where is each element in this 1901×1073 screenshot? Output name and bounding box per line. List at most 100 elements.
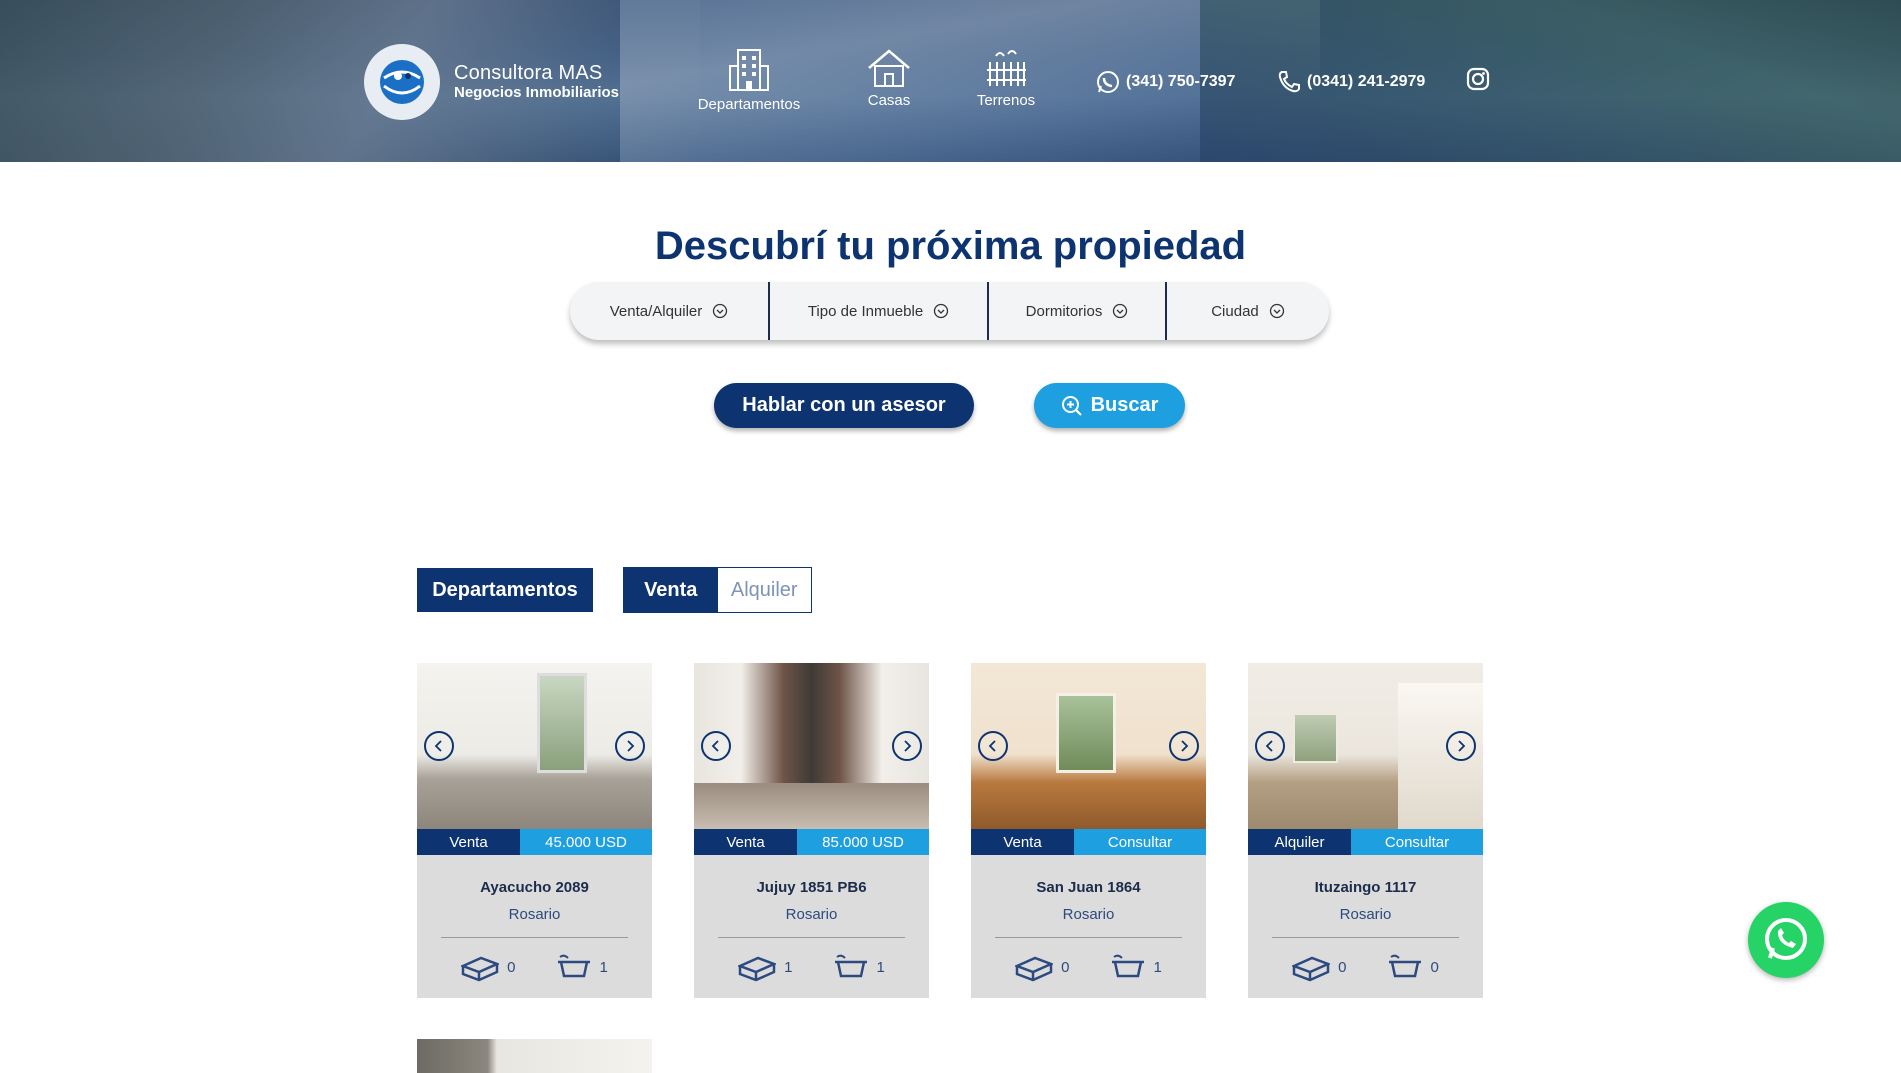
property-address: Ituzaingo 1117 [1314,879,1417,896]
property-photo [971,663,1206,829]
whatsapp-icon [1765,918,1807,960]
operation-badge: Venta [971,829,1074,855]
page-title: Descubrí tu próxima propiedad [654,224,1247,268]
property-city: Rosario [785,906,838,923]
search-filters: Venta/Alquiler Tipo de Inmueble Dormitor… [570,282,1329,340]
carousel-next-button[interactable] [892,731,922,761]
property-city: Rosario [1062,906,1115,923]
property-card[interactable]: Venta 45.000 USD Ayacucho 2089 Rosario 0… [417,663,652,998]
card-divider [995,937,1182,938]
carousel-prev-button[interactable] [424,731,454,761]
building-icon [729,49,769,91]
carousel-next-button[interactable] [1169,731,1199,761]
house-icon [868,49,910,87]
price-badge: Consultar [1074,829,1206,855]
property-features: 0 1 [971,952,1206,982]
bedrooms-feature: 1 [738,952,793,982]
brand-subtitle: Negocios Inmobiliarios [454,84,620,101]
header: Consultora MAS Negocios Inmobiliarios De… [0,0,1901,162]
filter-city[interactable]: Ciudad [1167,282,1329,340]
chevron-right-icon [904,740,912,752]
talk-to-advisor-button[interactable]: Hablar con un asesor [714,383,974,428]
chevron-right-icon [1181,740,1189,752]
bathrooms-count: 0 [1430,958,1439,976]
carousel-prev-button[interactable] [978,731,1008,761]
carousel-prev-button[interactable] [701,731,731,761]
nav-departamentos[interactable]: Departamentos [692,48,806,113]
card-tags: Venta 85.000 USD [694,829,929,855]
chevron-down-icon [934,303,949,319]
whatsapp-floating-button[interactable] [1748,902,1824,978]
floor [694,783,929,829]
nav-terrenos-label: Terrenos [976,92,1036,109]
bathrooms-count: 1 [599,958,608,976]
instagram-link[interactable] [1466,67,1490,96]
brand-logo[interactable] [364,44,440,120]
search-button[interactable]: Buscar [1034,383,1185,428]
bathrooms-feature: 1 [1110,952,1162,982]
nav-casas[interactable]: Casas [862,48,916,109]
brand-name: Consultora MAS [454,62,603,84]
instagram-icon [1466,67,1490,91]
property-city: Rosario [508,906,561,923]
price-badge: 45.000 USD [520,829,652,855]
chevron-left-icon [988,740,996,752]
card-tags: Venta 45.000 USD [417,829,652,855]
bed-icon [1015,956,1054,982]
property-photo [417,663,652,829]
property-card[interactable]: Venta 85.000 USD Jujuy 1851 PB6 Rosario … [694,663,929,998]
chevron-down-icon [713,303,728,319]
phone-number: (0341) 241-2979 [1307,73,1426,90]
operation-toggle: Venta Alquiler [623,567,812,613]
bathrooms-count: 1 [1153,958,1162,976]
property-card[interactable]: Alquiler Consultar Ituzaingo 1117 Rosari… [1248,663,1483,998]
card-divider [441,937,628,938]
bed-icon [461,956,500,982]
phone-contact[interactable]: (0341) 241-2979 [1277,70,1425,94]
bathrooms-feature: 1 [556,952,608,982]
property-photo [1248,663,1483,829]
bathrooms-feature: 1 [833,952,885,982]
property-photo [694,663,929,829]
property-address: Jujuy 1851 PB6 [756,879,867,896]
category-departamentos-button[interactable]: Departamentos [417,568,593,612]
property-card[interactable]: Venta Consultar San Juan 1864 Rosario 0 … [971,663,1206,998]
brand-text[interactable]: Consultora MAS Negocios Inmobiliarios [454,62,619,102]
bed-icon [1292,956,1331,982]
bedrooms-count: 0 [1061,958,1070,976]
carousel-next-button[interactable] [1446,731,1476,761]
filter-property-type[interactable]: Tipo de Inmueble [770,282,989,340]
property-address: San Juan 1864 [1036,879,1141,896]
nav-casas-label: Casas [867,92,911,109]
card-tags: Alquiler Consultar [1248,829,1483,855]
bed-icon [738,956,777,982]
property-card-partial[interactable] [417,1039,652,1073]
bathtub-icon [834,954,867,978]
toggle-venta[interactable]: Venta [624,568,718,612]
bathrooms-count: 1 [876,958,885,976]
filter-bedrooms[interactable]: Dormitorios [989,282,1167,340]
filter-operation[interactable]: Venta/Alquiler [570,282,770,340]
bedrooms-count: 1 [784,958,793,976]
carousel-next-button[interactable] [615,731,645,761]
bedrooms-feature: 0 [1292,952,1347,982]
operation-badge: Venta [417,829,520,855]
nav-terrenos[interactable]: Terrenos [970,48,1042,109]
window-view [537,673,587,773]
phone-icon [1278,71,1300,93]
zoom-in-icon [1061,395,1082,416]
filter-city-label: Ciudad [1211,302,1259,320]
operation-badge: Venta [694,829,797,855]
chevron-left-icon [434,740,442,752]
card-tags: Venta Consultar [971,829,1206,855]
property-features: 1 1 [694,952,929,982]
carousel-prev-button[interactable] [1255,731,1285,761]
property-features: 0 0 [1248,952,1483,982]
toggle-alquiler[interactable]: Alquiler [717,568,811,612]
window-view [1056,693,1116,773]
bedrooms-count: 0 [507,958,516,976]
whatsapp-contact[interactable]: (341) 750-7397 [1096,70,1235,94]
price-badge: Consultar [1351,829,1483,855]
property-features: 0 1 [417,952,652,982]
chevron-left-icon [711,740,719,752]
